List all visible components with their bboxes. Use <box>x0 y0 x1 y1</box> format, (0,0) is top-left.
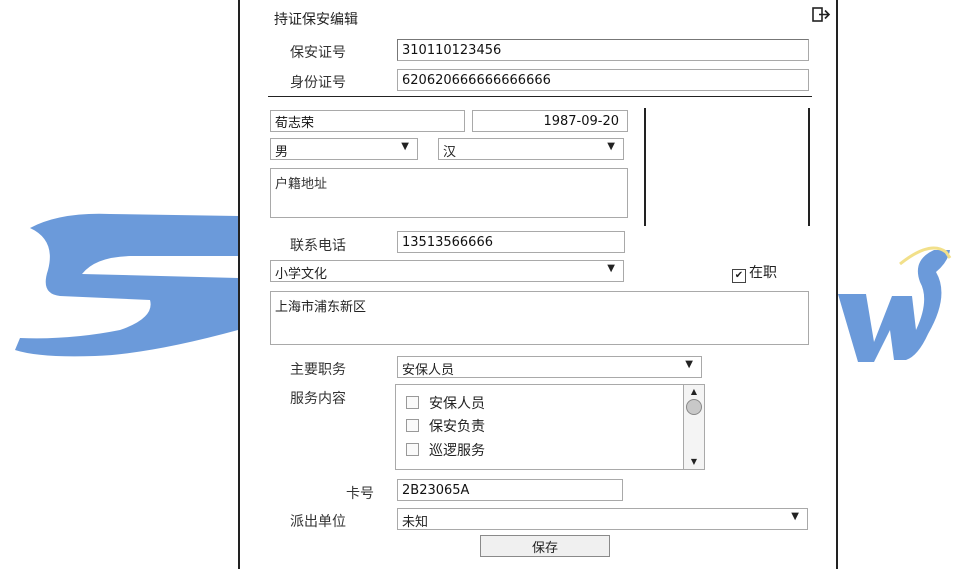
service-item-label: 安保人员 <box>429 396 485 412</box>
photo-frame-left-border <box>644 108 646 226</box>
service-content-label: 服务内容 <box>290 391 346 407</box>
checkbox-icon <box>406 419 419 432</box>
checkbox-icon <box>406 396 419 409</box>
residence-address-field[interactable]: 上海市浦东新区 <box>270 291 809 345</box>
chevron-down-icon: ▼ <box>685 359 693 370</box>
page-title: 持证保安编辑 <box>274 12 358 28</box>
duty-label: 主要职务 <box>290 362 346 378</box>
photo-frame-right-border <box>808 108 810 226</box>
chevron-down-icon: ▼ <box>791 511 799 522</box>
card-number-field[interactable] <box>397 479 623 501</box>
birthdate-field[interactable] <box>472 110 628 132</box>
phone-field[interactable] <box>397 231 625 253</box>
list-item[interactable]: 保安负责 <box>406 416 485 436</box>
service-content-list[interactable]: 安保人员 保安负责 巡逻服务 ▲ ▼ <box>395 384 705 470</box>
phone-label: 联系电话 <box>290 238 346 254</box>
exit-icon[interactable] <box>812 6 832 24</box>
photo-frame[interactable] <box>644 108 810 226</box>
checkbox-icon <box>406 443 419 456</box>
chevron-down-icon: ▼ <box>607 141 615 152</box>
dispatch-unit-select[interactable]: 未知 ▼ <box>397 508 808 530</box>
duty-select[interactable]: 安保人员 ▼ <box>397 356 702 378</box>
license-number-label: 保安证号 <box>290 45 346 61</box>
service-item-label: 巡逻服务 <box>429 443 485 459</box>
scroll-up-icon[interactable]: ▲ <box>684 385 704 399</box>
chevron-down-icon: ▼ <box>607 263 615 274</box>
scroll-thumb[interactable] <box>686 399 702 415</box>
education-select[interactable]: 小学文化 ▼ <box>270 260 624 282</box>
education-value: 小学文化 <box>275 267 328 282</box>
dispatch-unit-value: 未知 <box>402 515 429 530</box>
gender-select[interactable]: 男 ▼ <box>270 138 418 160</box>
service-item-label: 保安负责 <box>429 419 485 435</box>
scroll-down-icon[interactable]: ▼ <box>684 455 704 469</box>
chevron-down-icon: ▼ <box>401 141 409 152</box>
security-guard-edit-panel: 持证保安编辑 保安证号 身份证号 男 ▼ 汉 ▼ 户籍地址 联系电话 小学文化 … <box>238 0 838 569</box>
save-button[interactable]: 保存 <box>480 535 610 557</box>
ethnicity-select[interactable]: 汉 ▼ <box>438 138 624 160</box>
ethnicity-value: 汉 <box>443 145 457 160</box>
checkbox-checked-icon: ✔ <box>732 269 746 283</box>
id-number-field[interactable] <box>397 69 809 91</box>
list-item[interactable]: 安保人员 <box>406 393 485 413</box>
household-address-field[interactable]: 户籍地址 <box>270 168 628 218</box>
name-field[interactable] <box>270 110 465 132</box>
id-number-label: 身份证号 <box>290 75 346 91</box>
duty-value: 安保人员 <box>402 363 455 378</box>
list-item[interactable]: 巡逻服务 <box>406 440 485 460</box>
dispatch-unit-label: 派出单位 <box>290 514 346 530</box>
employed-checkbox[interactable]: ✔ 在职 <box>732 262 777 283</box>
card-number-label: 卡号 <box>346 486 374 502</box>
license-number-field[interactable] <box>397 39 809 61</box>
scrollbar[interactable]: ▲ ▼ <box>683 385 704 469</box>
divider <box>268 96 812 97</box>
employed-label: 在职 <box>749 265 777 281</box>
gender-value: 男 <box>275 145 289 160</box>
